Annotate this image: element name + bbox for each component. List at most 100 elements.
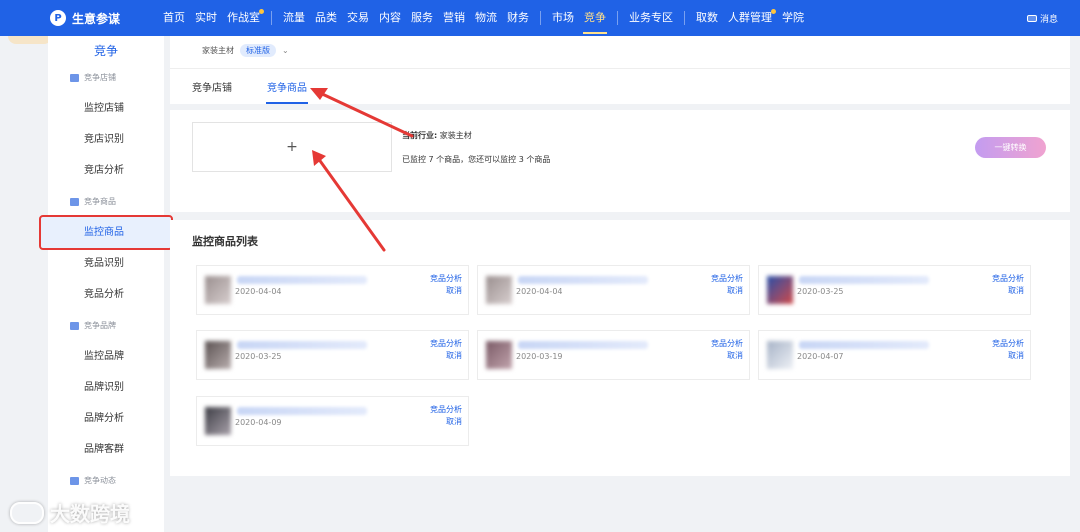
nav-academy[interactable]: 学院 (777, 0, 809, 36)
nav-home[interactable]: 首页 (158, 0, 190, 36)
sidebar-item-brand-analysis[interactable]: 品牌分析 (48, 403, 164, 434)
sidebar-item-shop-identify[interactable]: 竞店识别 (48, 124, 164, 155)
product-title-blurred (518, 341, 648, 349)
product-card[interactable]: 2020-04-07 竞品分析 取消 (758, 330, 1031, 380)
sidebar-group-brands: 竞争品牌 (48, 310, 164, 341)
sidebar-title: 竞争 (93, 44, 118, 58)
cancel-link[interactable]: 取消 (727, 350, 743, 361)
nav-category[interactable]: 品类 (310, 0, 342, 36)
monitor-date: 2020-04-07 (797, 352, 844, 361)
sidebar-item-brand-audience[interactable]: 品牌客群 (48, 434, 164, 465)
product-title-blurred (799, 276, 929, 284)
folder-icon (70, 476, 79, 485)
sidebar-item-brand-identify[interactable]: 品牌识别 (48, 372, 164, 403)
folder-icon (70, 321, 79, 330)
analyze-link[interactable]: 竞品分析 (992, 273, 1024, 284)
folder-icon (70, 197, 79, 206)
product-title-blurred (237, 341, 367, 349)
nav-war-room[interactable]: 作战室 (222, 0, 265, 36)
add-product-panel: + 当前行业: 家装主材 已监控 7 个商品，您还可以监控 3 个商品 一键转换 (170, 110, 1070, 212)
analyze-link[interactable]: 竞品分析 (711, 338, 743, 349)
nav-divider (540, 11, 541, 25)
nav-audience-label: 人群管理 (728, 11, 772, 24)
monitor-date: 2020-04-04 (516, 287, 563, 296)
current-industry: 当前行业: 家装主材 (402, 130, 472, 141)
product-thumbnail (205, 341, 231, 369)
tabs: 竞争店铺 竞争商品 (170, 68, 1070, 104)
product-card[interactable]: 2020-04-09 竞品分析 取消 (196, 396, 469, 446)
sidebar-item-monitor-shops[interactable]: 监控店铺 (48, 93, 164, 124)
product-thumbnail (205, 407, 231, 435)
product-title-blurred (237, 276, 367, 284)
cancel-link[interactable]: 取消 (446, 416, 462, 427)
list-title: 监控商品列表 (192, 235, 258, 248)
nav-war-room-label: 作战室 (227, 11, 260, 24)
brand-name: 生意参谋 (72, 11, 121, 26)
watermark: 大数跨境 (10, 498, 130, 527)
watermark-text: 大数跨境 (50, 502, 130, 526)
product-thumbnail (205, 276, 231, 304)
monitor-date: 2020-04-04 (235, 287, 282, 296)
sidebar-group-products: 竞争商品 (48, 186, 164, 217)
product-card[interactable]: 2020-03-25 竞品分析 取消 (758, 265, 1031, 315)
product-title-blurred (799, 341, 929, 349)
sidebar-item-monitor-products[interactable]: 监控商品 (39, 215, 173, 250)
analyze-link[interactable]: 竞品分析 (711, 273, 743, 284)
nav-service[interactable]: 服务 (406, 0, 438, 36)
analyze-link[interactable]: 竞品分析 (430, 273, 462, 284)
cancel-link[interactable]: 取消 (446, 285, 462, 296)
nav-logistics[interactable]: 物流 (470, 0, 502, 36)
tab-competing-shops[interactable]: 竞争店铺 (192, 79, 232, 94)
analyze-link[interactable]: 竞品分析 (430, 404, 462, 415)
product-title-blurred (237, 407, 367, 415)
sidebar: 竞争 竞争店铺 监控店铺 竞店识别 竞店分析 竞争商品 监控商品 竞品识别 竞品… (39, 36, 173, 532)
analyze-link[interactable]: 竞品分析 (430, 338, 462, 349)
tab-competing-products[interactable]: 竞争商品 (266, 79, 308, 104)
product-thumbnail (486, 276, 512, 304)
nav-audience[interactable]: 人群管理 (723, 0, 777, 36)
nav-content[interactable]: 内容 (374, 0, 406, 36)
product-thumbnail (767, 276, 793, 304)
nav-competition[interactable]: 竞争 (579, 0, 611, 36)
corner-tab (8, 36, 52, 44)
monitor-date: 2020-03-25 (797, 287, 844, 296)
sidebar-item-product-identify[interactable]: 竞品识别 (48, 248, 164, 279)
message-icon (1026, 14, 1037, 22)
product-card[interactable]: 2020-04-04 竞品分析 取消 (477, 265, 750, 315)
group-label: 竞争动态 (84, 476, 116, 485)
analyze-link[interactable]: 竞品分析 (992, 338, 1024, 349)
nav-finance[interactable]: 财务 (502, 0, 534, 36)
nav-transaction[interactable]: 交易 (342, 0, 374, 36)
sidebar-item-shop-analysis[interactable]: 竞店分析 (48, 155, 164, 186)
add-product-button[interactable]: + (192, 122, 392, 172)
chevron-down-icon[interactable]: ⌄ (282, 46, 289, 55)
edition-badge: 标准版 (240, 44, 276, 57)
monitor-date: 2020-03-19 (516, 352, 563, 361)
monitor-date: 2020-04-09 (235, 418, 282, 427)
sidebar-item-monitor-brands[interactable]: 监控品牌 (48, 341, 164, 372)
nav-data-fetch[interactable]: 取数 (691, 0, 723, 36)
nav-traffic[interactable]: 流量 (278, 0, 310, 36)
brand[interactable]: P 生意参谋 (0, 10, 140, 27)
nav-business-zone[interactable]: 业务专区 (624, 0, 678, 36)
nav-market[interactable]: 市场 (547, 0, 579, 36)
sidebar-item-product-analysis[interactable]: 竞品分析 (48, 279, 164, 310)
sidebar-group-shops: 竞争店铺 (48, 62, 164, 93)
product-card[interactable]: 2020-03-25 竞品分析 取消 (196, 330, 469, 380)
cancel-link[interactable]: 取消 (1008, 350, 1024, 361)
cancel-link[interactable]: 取消 (1008, 285, 1024, 296)
cancel-link[interactable]: 取消 (727, 285, 743, 296)
product-thumbnail (767, 341, 793, 369)
cancel-link[interactable]: 取消 (446, 350, 462, 361)
message-button[interactable]: 消息 (1026, 0, 1058, 36)
product-card[interactable]: 2020-03-19 竞品分析 取消 (477, 330, 750, 380)
nav-marketing[interactable]: 营销 (438, 0, 470, 36)
nav-realtime[interactable]: 实时 (190, 0, 222, 36)
product-card[interactable]: 2020-04-04 竞品分析 取消 (196, 265, 469, 315)
top-nav: P 生意参谋 首页 实时 作战室 流量 品类 交易 内容 服务 营销 物流 财务… (0, 0, 1080, 36)
industry-value: 家装主材 (439, 131, 472, 140)
nav-divider (684, 11, 685, 25)
convert-button[interactable]: 一键转换 (975, 137, 1046, 158)
category-selector[interactable]: 家装主材 标准版 ⌄ (202, 44, 289, 57)
group-label: 竞争品牌 (84, 321, 116, 330)
